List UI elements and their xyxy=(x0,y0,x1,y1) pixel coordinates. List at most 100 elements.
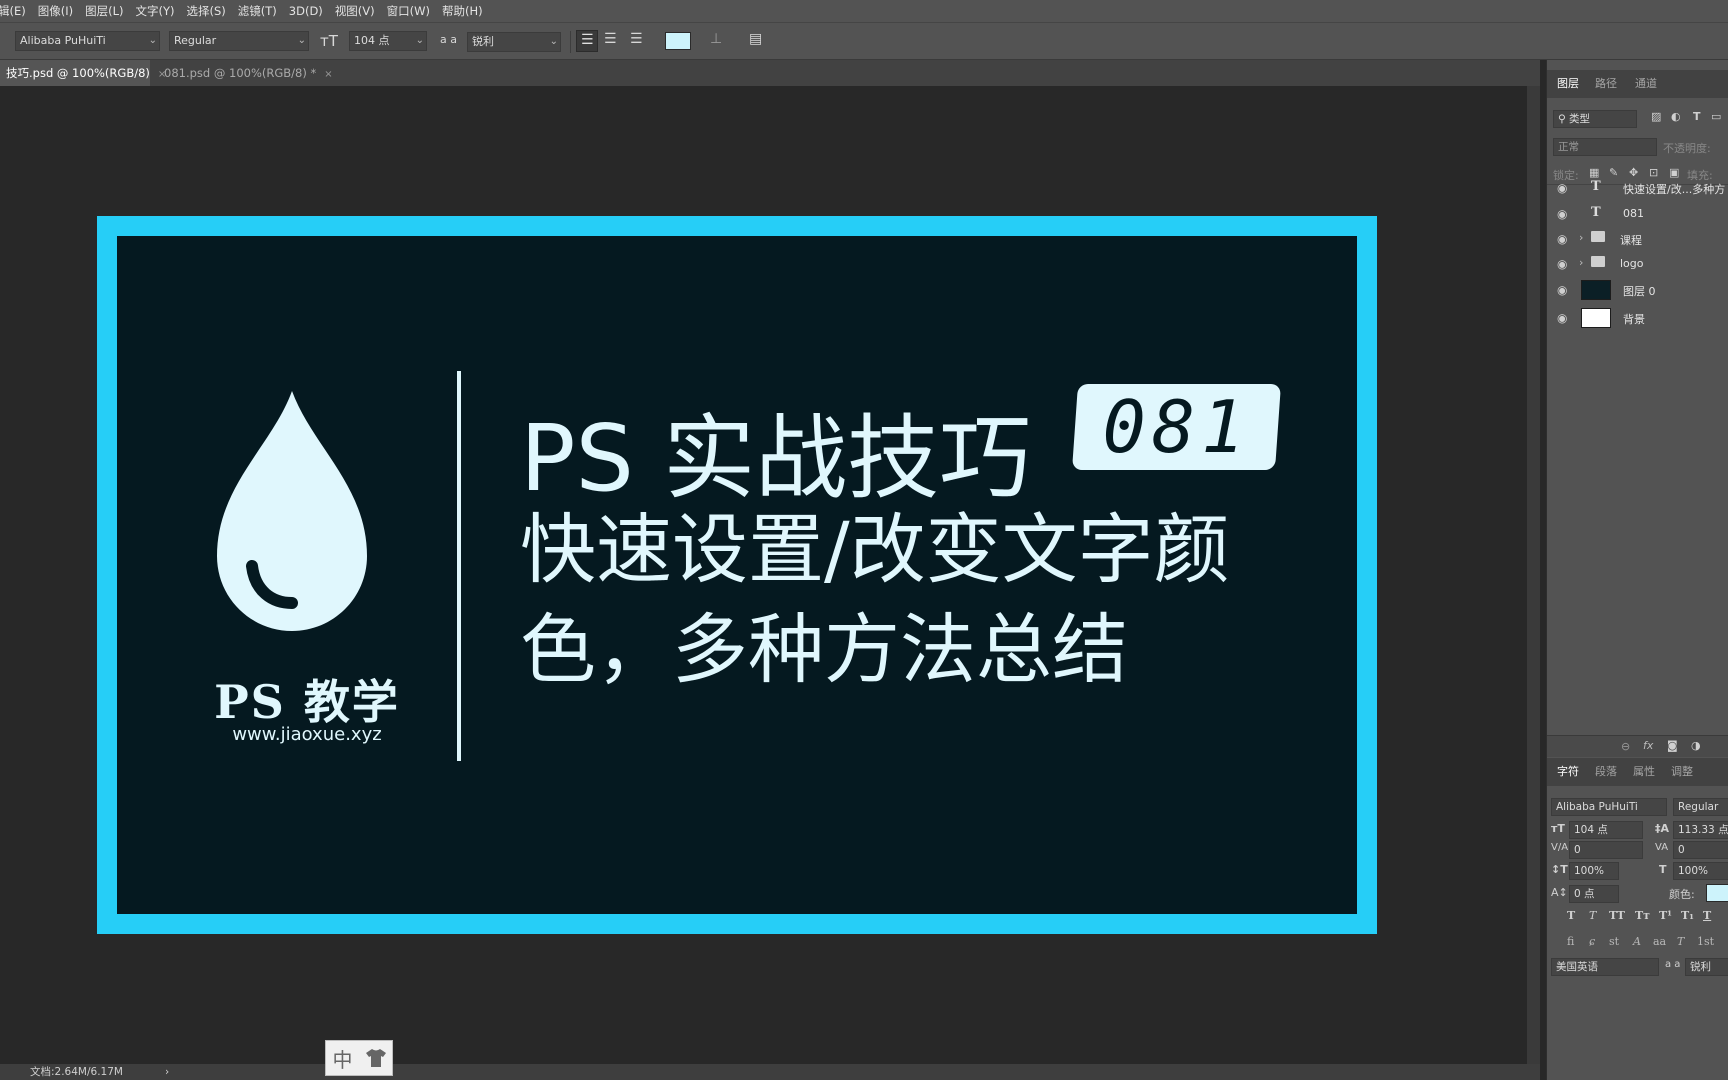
ordinals-icon[interactable]: 1st xyxy=(1697,935,1714,948)
warp-text-icon[interactable]: ⊥ xyxy=(710,31,722,47)
align-left-icon: ☰ xyxy=(581,32,594,48)
underline-icon[interactable]: T xyxy=(1703,909,1711,922)
filter-adjustment-icon[interactable]: ◐ xyxy=(1671,110,1681,123)
titling-alternates-icon[interactable]: aa xyxy=(1653,935,1666,948)
blend-mode-select[interactable]: 正常 xyxy=(1553,138,1657,156)
char-antialias-value: 锐利 xyxy=(1690,961,1711,973)
menu-view[interactable]: 视图(V) xyxy=(335,3,375,19)
contextual-alternates-icon[interactable]: T xyxy=(1677,935,1684,948)
antialias-select[interactable]: 锐利 ⌄ xyxy=(467,32,561,52)
menu-edit[interactable]: 辑(E) xyxy=(0,3,26,19)
align-right-icon[interactable]: ☰ xyxy=(630,31,643,47)
font-style-select[interactable]: Regular ⌄ xyxy=(169,31,309,51)
tracking-icon: VA xyxy=(1655,842,1669,853)
status-menu-arrow[interactable]: › xyxy=(165,1064,169,1080)
all-caps-icon[interactable]: TT xyxy=(1609,909,1625,922)
chevron-right-icon[interactable]: › xyxy=(1579,231,1583,244)
char-vscale-value: 100% xyxy=(1574,865,1605,877)
close-icon[interactable]: × xyxy=(324,69,332,80)
filter-shape-icon[interactable]: ▭ xyxy=(1711,110,1721,123)
eye-icon[interactable]: ◉ xyxy=(1557,207,1567,221)
tab-paths[interactable]: 路径 xyxy=(1595,70,1617,98)
artboard-frame[interactable]: PS 教学 www.jiaoxue.xyz PS 实战技巧 081 快速设置/改… xyxy=(97,216,1377,934)
align-left-button[interactable]: ☰ xyxy=(576,30,598,52)
link-icon[interactable]: ⊖ xyxy=(1621,740,1630,753)
faux-bold-icon[interactable]: T xyxy=(1567,909,1575,922)
baseline-icon: A↕ xyxy=(1551,886,1568,899)
layer-row[interactable]: ◉ 背景 xyxy=(1547,305,1728,331)
discretionary-ligature-icon[interactable]: ɕ xyxy=(1589,935,1595,948)
char-font-family-select[interactable]: Alibaba PuHuiTi xyxy=(1551,798,1667,816)
fx-icon[interactable]: fx xyxy=(1643,739,1653,752)
subscript-icon[interactable]: T₁ xyxy=(1681,909,1694,922)
char-hscale-field[interactable]: 100% xyxy=(1673,862,1728,880)
tab-document-081[interactable]: 081.psd @ 100%(RGB/8) * × xyxy=(158,60,333,86)
layer-row[interactable]: ◉ 图层 0 xyxy=(1547,277,1728,303)
eye-icon[interactable]: ◉ xyxy=(1557,283,1567,297)
font-size-value: 104 点 xyxy=(354,34,390,47)
water-drop-logo-icon xyxy=(217,391,367,631)
char-vscale-field[interactable]: 100% xyxy=(1569,862,1619,880)
canvas-area[interactable]: PS 教学 www.jiaoxue.xyz PS 实战技巧 081 快速设置/改… xyxy=(0,86,1540,1064)
character-panel-icon[interactable]: ▤ xyxy=(749,31,762,47)
artwork-subtitle: 快速设置/改变文字颜色，多种方法总结 xyxy=(520,505,1230,694)
tab-adjustments[interactable]: 调整 xyxy=(1671,758,1693,786)
adjustment-icon[interactable]: ◑ xyxy=(1691,739,1701,752)
font-style-value: Regular xyxy=(174,34,217,47)
tab-properties[interactable]: 属性 xyxy=(1633,758,1655,786)
menu-layer[interactable]: 图层(L) xyxy=(85,3,123,19)
mask-icon[interactable]: ◙ xyxy=(1667,739,1678,752)
eye-icon[interactable]: ◉ xyxy=(1557,257,1567,271)
canvas-vertical-scrollbar[interactable] xyxy=(1527,86,1540,1064)
small-caps-icon[interactable]: Tт xyxy=(1635,909,1650,922)
font-size-select[interactable]: 104 点 ⌄ xyxy=(349,31,427,51)
superscript-icon[interactable]: T¹ xyxy=(1659,909,1672,922)
language-select[interactable]: 美国英语 xyxy=(1551,958,1659,976)
layer-thumbnail xyxy=(1581,280,1611,300)
menu-image[interactable]: 图像(I) xyxy=(38,3,73,19)
char-leading-field[interactable]: 113.33 点 xyxy=(1673,821,1728,839)
menu-select[interactable]: 选择(S) xyxy=(187,3,226,19)
document-tabs: 技巧.psd @ 100%(RGB/8) × 081.psd @ 100%(RGB… xyxy=(0,60,1540,86)
menu-type[interactable]: 文字(Y) xyxy=(136,3,175,19)
char-size-field[interactable]: 104 点 xyxy=(1569,821,1643,839)
tab-document-active[interactable]: 技巧.psd @ 100%(RGB/8) × xyxy=(0,60,166,86)
chevron-right-icon[interactable]: › xyxy=(1579,256,1583,269)
ime-language-button[interactable]: 中 xyxy=(326,1041,359,1075)
eye-icon[interactable]: ◉ xyxy=(1557,232,1567,246)
menu-filter[interactable]: 滤镜(T) xyxy=(238,3,277,19)
eye-icon[interactable]: ◉ xyxy=(1557,311,1567,325)
tab-channels[interactable]: 通道 xyxy=(1635,70,1657,98)
layer-row[interactable]: ◉ T 快速设置/改...多种方 xyxy=(1547,175,1728,201)
vertical-divider xyxy=(457,371,461,761)
eye-icon[interactable]: ◉ xyxy=(1557,181,1567,195)
menu-window[interactable]: 窗口(W) xyxy=(387,3,430,19)
ligature-icon[interactable]: fi xyxy=(1567,935,1574,948)
char-baseline-field[interactable]: 0 点 xyxy=(1569,885,1619,903)
ime-skin-button[interactable] xyxy=(359,1041,392,1075)
char-tracking-field[interactable]: 0 xyxy=(1673,841,1728,859)
tab-layers[interactable]: 图层 xyxy=(1557,70,1579,98)
tab-character[interactable]: 字符 xyxy=(1557,758,1579,786)
layer-row[interactable]: ◉ › 课程 xyxy=(1547,226,1728,252)
menu-3d[interactable]: 3D(D) xyxy=(289,4,323,18)
text-color-swatch[interactable] xyxy=(665,32,691,50)
stylistic-alternates-icon[interactable]: st xyxy=(1609,935,1619,948)
tab-paragraph[interactable]: 段落 xyxy=(1595,758,1617,786)
align-center-icon[interactable]: ☰ xyxy=(604,31,617,47)
char-antialias-select[interactable]: 锐利 xyxy=(1685,958,1728,976)
faux-italic-icon[interactable]: T xyxy=(1589,909,1596,922)
layer-name: 背景 xyxy=(1623,313,1645,326)
filter-type-icon[interactable]: T xyxy=(1693,110,1701,123)
menu-help[interactable]: 帮助(H) xyxy=(442,3,483,19)
char-font-style-select[interactable]: Regular xyxy=(1673,798,1728,816)
artboard-content[interactable]: PS 教学 www.jiaoxue.xyz PS 实战技巧 081 快速设置/改… xyxy=(117,236,1357,914)
filter-pixel-icon[interactable]: ▨ xyxy=(1651,110,1661,123)
swash-icon[interactable]: A xyxy=(1633,935,1641,948)
layer-row[interactable]: ◉ › logo xyxy=(1547,251,1728,277)
char-color-swatch[interactable] xyxy=(1706,884,1728,902)
layer-filter-select[interactable]: ⚲ 类型 xyxy=(1553,110,1637,128)
font-family-select[interactable]: Alibaba PuHuiTi ⌄ xyxy=(15,31,160,51)
char-kerning-field[interactable]: 0 xyxy=(1569,841,1643,859)
layer-row[interactable]: ◉ T 081 xyxy=(1547,201,1728,227)
